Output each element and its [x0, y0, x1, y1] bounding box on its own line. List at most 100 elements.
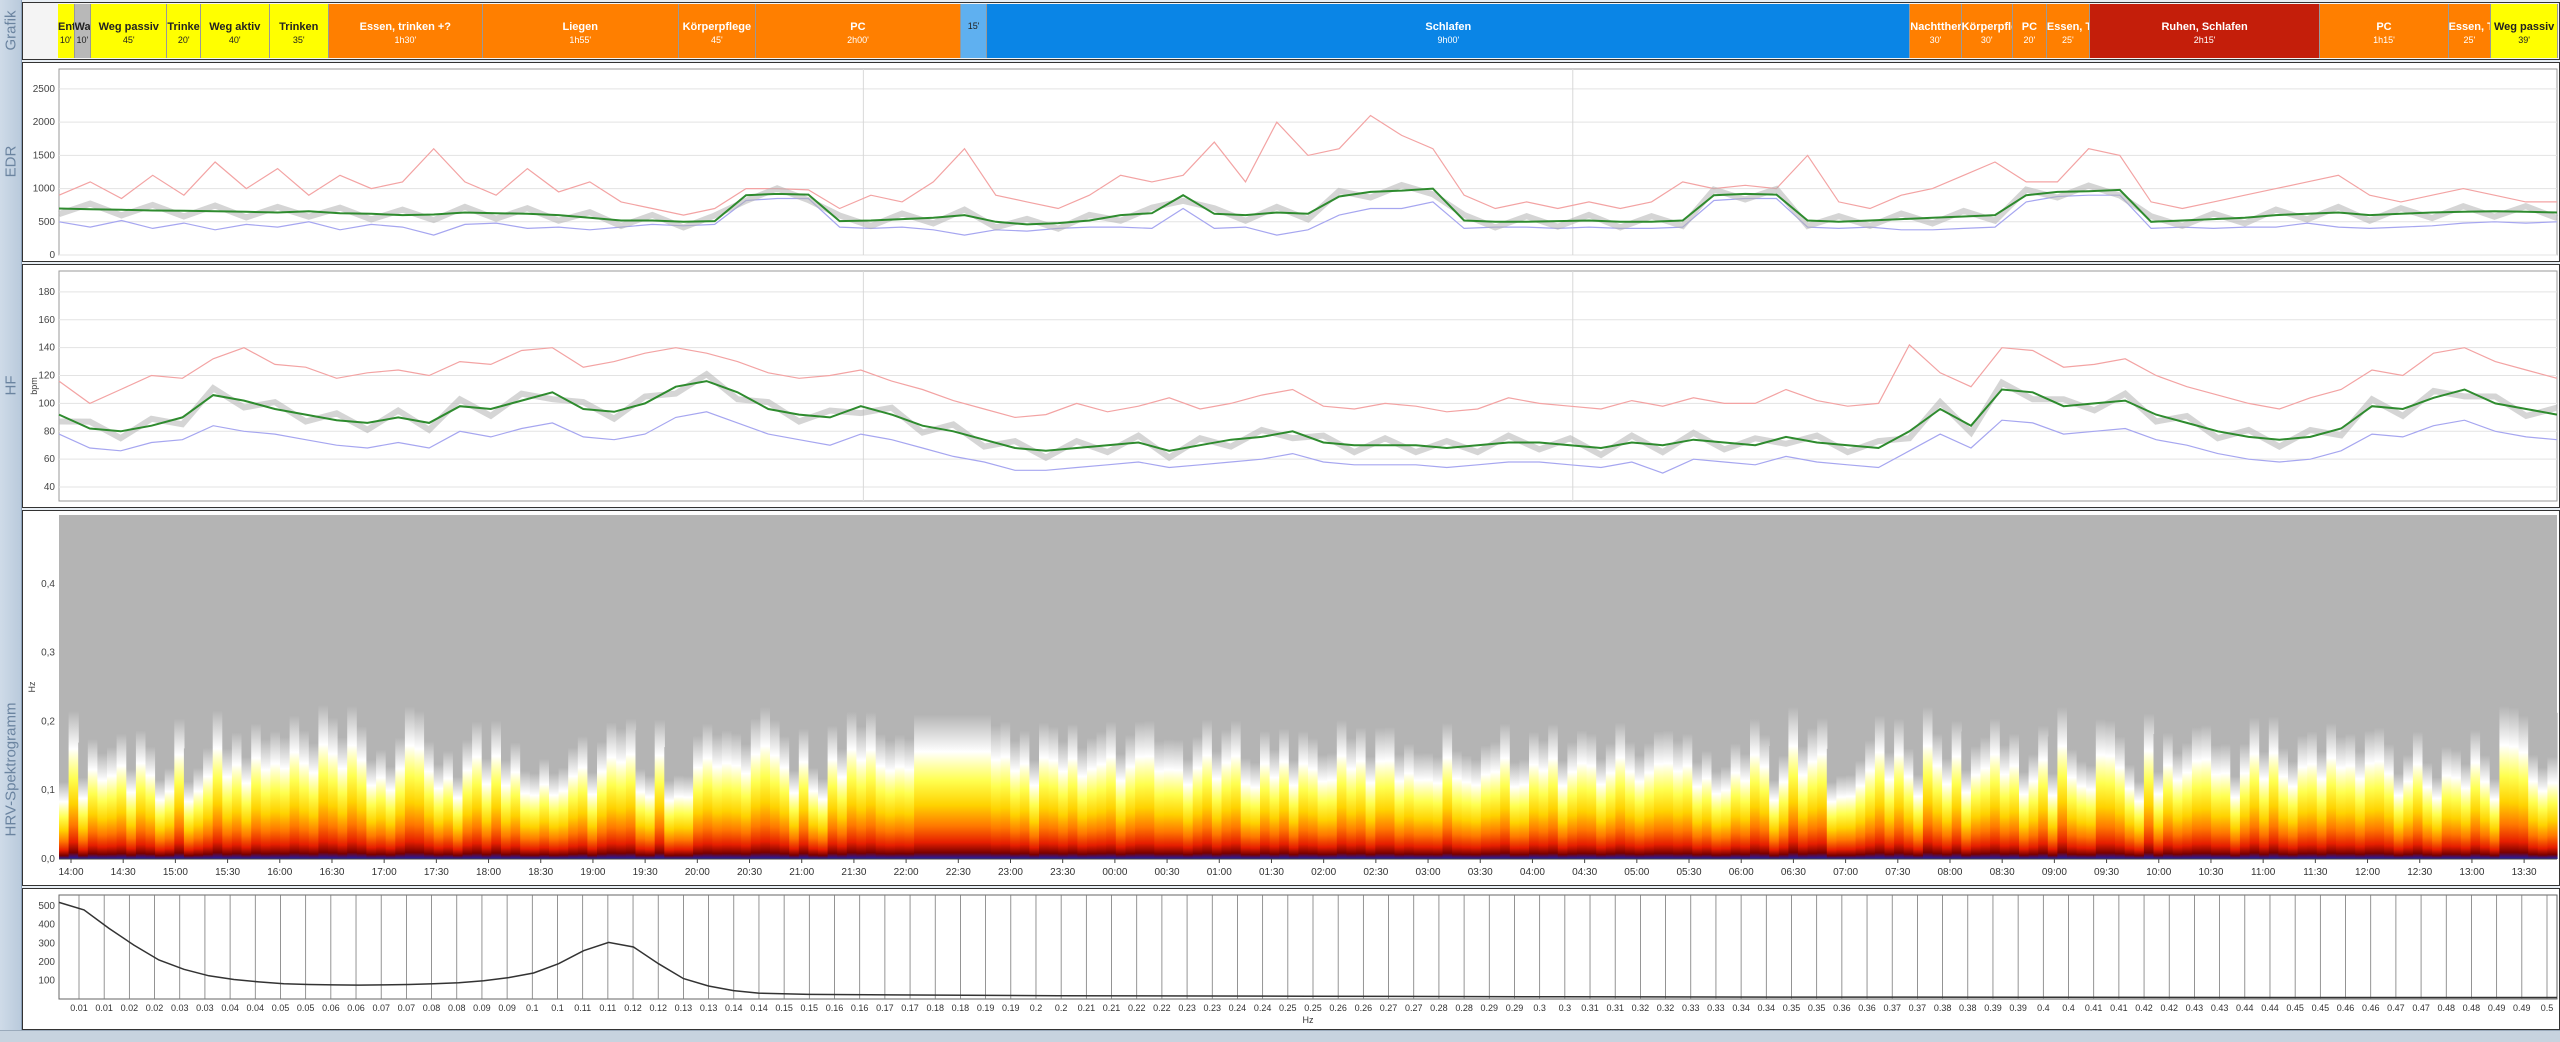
- spectrogram-column: [827, 668, 838, 859]
- x-tick-label: 0.23: [1203, 1003, 1221, 1013]
- activity-block[interactable]: Essen, Trinken 25': [2448, 4, 2492, 58]
- activity-block[interactable]: Körperpflege 45': [678, 4, 756, 58]
- x-tick-label: 0.28: [1455, 1003, 1473, 1013]
- activity-block[interactable]: PC 1h15': [2320, 4, 2449, 58]
- x-tick-label: 17:30: [424, 867, 449, 878]
- x-tick-label: 10:30: [2198, 867, 2223, 878]
- x-tick-label: 0.42: [2135, 1003, 2153, 1013]
- activity-block[interactable]: PC 20': [2012, 4, 2047, 58]
- y-tick-label: 180: [38, 287, 55, 298]
- x-tick-label: 0.32: [1657, 1003, 1675, 1013]
- x-tick-label: 0.31: [1606, 1003, 1624, 1013]
- spectrogram-column: [1452, 704, 1463, 859]
- spectrogram-column: [385, 726, 396, 859]
- x-tick-label: 0.08: [448, 1003, 466, 1013]
- activity-block[interactable]: Weg aktiv 40': [201, 4, 270, 58]
- spectrogram-column: [2364, 675, 2375, 859]
- x-tick-label: 0.21: [1078, 1003, 1096, 1013]
- x-tick-label: 0.18: [926, 1003, 944, 1013]
- activity-block[interactable]: Schlafen 9h00': [987, 4, 1911, 58]
- grafik-side-label: Grafik: [0, 0, 22, 60]
- spectrogram-column: [1625, 691, 1636, 859]
- x-tick-label: 10:00: [2146, 867, 2171, 878]
- spectrogram-column: [1356, 670, 1367, 859]
- activity-duration: 1h55': [569, 35, 592, 45]
- spectrogram-column: [1701, 704, 1713, 859]
- spectrogram-column: [1413, 707, 1424, 859]
- spectrogram-column: [145, 698, 156, 859]
- spectrogram-column: [78, 742, 89, 859]
- spectrogram-column: [971, 652, 982, 859]
- spectrogram-column: [2509, 642, 2520, 859]
- x-tick-label: 0.05: [297, 1003, 315, 1013]
- x-tick-label: 0.45: [2312, 1003, 2330, 1013]
- x-tick-label: 0.02: [146, 1003, 164, 1013]
- x-tick-label: 0.29: [1506, 1003, 1524, 1013]
- spectrogram-column: [1394, 709, 1405, 859]
- spectrogram-column: [952, 652, 963, 859]
- x-tick-label: 0.13: [675, 1003, 693, 1013]
- spectrogram-column: [2134, 748, 2145, 859]
- activity-block[interactable]: Essen, trinken +? 1h30': [328, 4, 483, 58]
- activity-block[interactable]: Ruhen, Schlafen 2h15': [2089, 4, 2321, 58]
- x-tick-label: 02:30: [1363, 867, 1388, 878]
- x-tick-label: 0.38: [1934, 1003, 1952, 1013]
- activity-duration: 9h00': [1437, 35, 1460, 45]
- activity-name: Entspannung: [58, 21, 74, 33]
- spectrogram-column: [702, 665, 713, 859]
- spectrogram-column: [155, 745, 166, 859]
- x-tick-label: 23:00: [998, 867, 1023, 878]
- activity-block[interactable]: Weg passiv 45': [91, 4, 168, 58]
- x-tick-label: 0.35: [1808, 1003, 1826, 1013]
- x-tick-label: 0.13: [700, 1003, 718, 1013]
- activity-block[interactable]: Körperpflege 30': [1961, 4, 2013, 58]
- activity-block[interactable]: Wach 10': [74, 4, 92, 58]
- activity-block[interactable]: PC 2h00': [755, 4, 961, 58]
- x-tick-label: 0.01: [70, 1003, 88, 1013]
- activity-block[interactable]: Liegen 1h55': [482, 4, 679, 58]
- spectrogram-column: [1067, 666, 1078, 859]
- activity-block[interactable]: Trinken 35': [269, 4, 329, 58]
- activity-duration: 10': [59, 35, 72, 45]
- spectrogram-panel: 0,0 0,1 0,2 0,3 0,4 Hz 14:00 14:30 15:00 15:30 16:…: [22, 510, 2560, 886]
- spectrogram-column: [2422, 720, 2433, 859]
- spectrogram-column: [135, 675, 147, 859]
- spectrogram-column: [1529, 677, 1540, 859]
- x-tick-label: 06:30: [1781, 867, 1806, 878]
- activity-block[interactable]: Entspannung 10': [58, 4, 75, 58]
- spectrogram-column: [1346, 686, 1357, 859]
- activity-block[interactable]: 15': [960, 4, 988, 58]
- spectrogram-column: [2547, 712, 2558, 859]
- spectrogram-column: [846, 648, 857, 859]
- x-tick-label: 0.47: [2412, 1003, 2430, 1013]
- spectrogram-column: [1778, 711, 1789, 859]
- spectrogram-column: [1970, 697, 1982, 859]
- spectrogram-column: [1615, 664, 1626, 859]
- x-tick-label: 04:30: [1572, 867, 1597, 878]
- x-tick-label: 22:30: [946, 867, 971, 878]
- activity-block[interactable]: Nachttherapie 30': [1910, 4, 1962, 58]
- x-tick-label: 0.23: [1178, 1003, 1196, 1013]
- spectrogram-column: [1605, 693, 1616, 859]
- spectrogram-column: [837, 701, 848, 859]
- x-tick-label: 0.11: [574, 1003, 591, 1013]
- x-tick-label: 0.43: [2186, 1003, 2204, 1013]
- x-tick-label: 0.09: [473, 1003, 491, 1013]
- x-tick-label: 0.33: [1682, 1003, 1700, 1013]
- x-tick-label: 0.07: [372, 1003, 390, 1013]
- activity-block[interactable]: Trinken 20': [167, 4, 202, 58]
- y-tick-label: 120: [38, 371, 55, 382]
- x-tick-label: 0.49: [2513, 1003, 2531, 1013]
- spectrogram-column: [1913, 738, 1924, 859]
- spectrogram-column: [597, 691, 608, 859]
- spectrogram-column: [1115, 708, 1126, 859]
- spectrogram-column: [2432, 742, 2443, 859]
- spectrogram-column: [1653, 676, 1665, 859]
- activity-block[interactable]: Essen, Trinken 25': [2046, 4, 2090, 58]
- spectrogram-column: [1375, 671, 1386, 859]
- spectrogram-column: [174, 658, 185, 859]
- spectrogram-column: [193, 728, 204, 859]
- activity-block[interactable]: Weg passiv 39': [2491, 4, 2558, 58]
- spectrogram-column: [1039, 664, 1050, 859]
- spectrogram-column: [203, 700, 214, 859]
